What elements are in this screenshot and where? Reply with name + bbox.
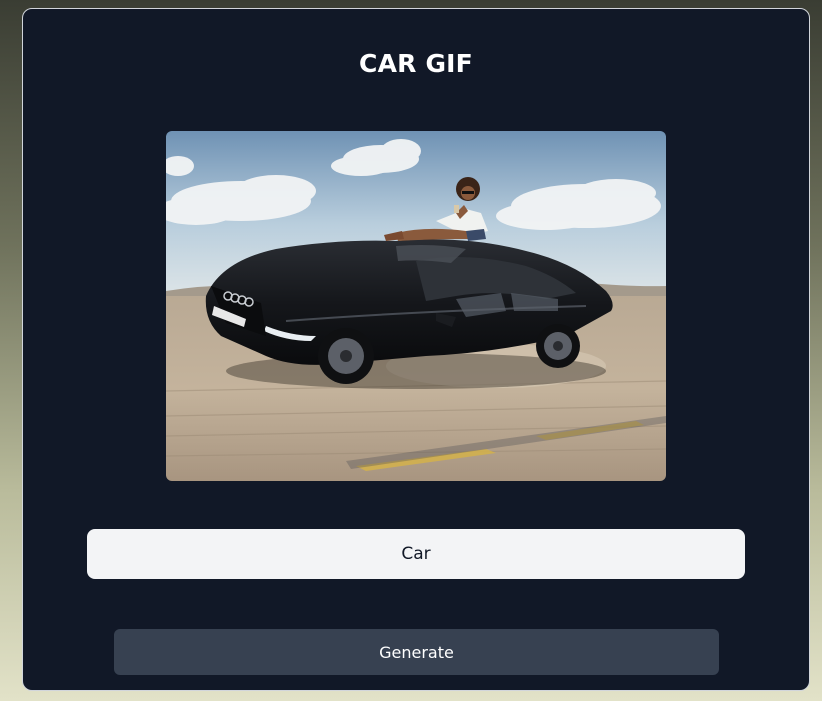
generate-button[interactable]: Generate — [114, 629, 719, 675]
prompt-input[interactable] — [87, 529, 745, 579]
gif-generator-card: CAR GIF Car Generate — [22, 8, 810, 691]
page-title: CAR GIF — [359, 49, 473, 78]
generated-gif-preview — [166, 131, 666, 481]
